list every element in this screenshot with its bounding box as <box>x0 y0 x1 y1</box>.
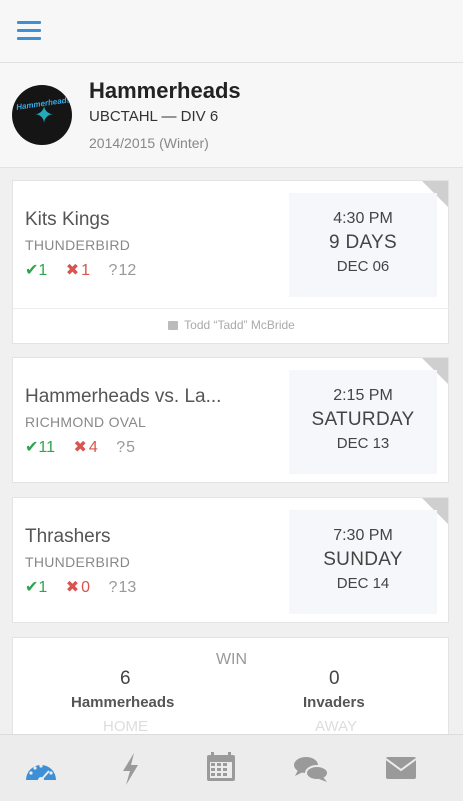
captain-name: Todd “Tadd” McBride <box>184 318 295 332</box>
out-count: 1 <box>81 262 91 279</box>
dashboard-icon <box>26 764 56 783</box>
opponent-name: Hammerheads vs. La... <box>25 386 222 407</box>
away-label: AWAY <box>315 718 357 735</box>
game-date: DEC 06 <box>336 258 390 275</box>
home-team: Hammerheads <box>71 694 175 711</box>
x-icon: ✖ <box>73 439 87 456</box>
home-score: 6 <box>120 668 131 689</box>
game-time-panel: 2:15 PM SATURDAY DEC 13 <box>289 370 437 474</box>
away-score: 0 <box>329 668 340 689</box>
captain-row: Todd “Tadd” McBride <box>13 318 450 332</box>
maybe-count: 13 <box>118 579 137 596</box>
game-day: SUNDAY <box>323 549 403 570</box>
game-date: DEC 14 <box>336 575 390 592</box>
venue: THUNDERBIRD <box>25 554 131 570</box>
in-count: 1 <box>38 579 48 596</box>
game-time: 7:30 PM <box>333 527 393 544</box>
chat-icon <box>294 757 329 782</box>
game-card[interactable]: Thrashers THUNDERBIRD ✔1 ✖ 0 ?13 7:30 PM … <box>12 497 449 623</box>
game-card[interactable]: Hammerheads vs. La... RICHMOND OVAL ✔11 … <box>12 357 449 483</box>
tab-messages[interactable] <box>355 735 447 801</box>
shark-icon: ✦ <box>34 102 55 129</box>
out-count: 0 <box>81 579 91 596</box>
venue: RICHMOND OVAL <box>25 414 147 430</box>
game-day: SATURDAY <box>311 409 415 430</box>
x-icon: ✖ <box>65 262 80 279</box>
tab-schedule[interactable] <box>175 735 267 801</box>
lightning-icon <box>123 753 138 785</box>
rsvp-stats: ✔11 ✖ 4 ?5 <box>25 437 135 457</box>
game-day: 9 DAYS <box>329 232 397 253</box>
question-icon: ? <box>108 262 118 279</box>
rsvp-stats: ✔1 ✖ 1 ?12 <box>25 260 136 280</box>
season: 2014/2015 (Winter) <box>89 135 209 151</box>
question-icon: ? <box>108 579 118 596</box>
check-icon: ✔ <box>25 262 39 279</box>
game-date: DEC 13 <box>336 435 390 452</box>
home-label: HOME <box>103 718 148 735</box>
check-icon: ✔ <box>25 439 39 456</box>
maybe-count: 12 <box>118 262 137 279</box>
tab-chat[interactable] <box>265 735 357 801</box>
league-division: UBCTAHL — DIV 6 <box>89 108 219 125</box>
id-card-icon <box>168 321 179 330</box>
tab-activity[interactable] <box>85 735 177 801</box>
card-divider <box>13 308 450 309</box>
maybe-count: 5 <box>126 439 136 456</box>
mail-icon <box>385 757 417 779</box>
game-card[interactable]: Kits Kings THUNDERBIRD ✔1 ✖ 1 ?12 4:30 PM… <box>12 180 450 344</box>
team-logo: Hammerheads ✦ <box>12 85 72 145</box>
rsvp-stats: ✔1 ✖ 0 ?13 <box>25 577 136 597</box>
result-card[interactable]: WIN 6 Hammerheads HOME 0 Invaders AWAY <box>12 637 449 747</box>
team-name: Hammerheads <box>89 78 241 103</box>
x-icon: ✖ <box>65 579 80 596</box>
in-count: 1 <box>38 262 48 279</box>
game-time: 4:30 PM <box>333 210 393 227</box>
opponent-name: Kits Kings <box>25 209 110 230</box>
game-time-panel: 7:30 PM SUNDAY DEC 14 <box>289 510 437 614</box>
calendar-icon <box>207 752 235 781</box>
result-outcome: WIN <box>215 651 248 668</box>
out-count: 4 <box>88 439 98 456</box>
top-bar <box>0 0 463 63</box>
tab-dashboard[interactable] <box>0 735 92 801</box>
bottom-tab-bar <box>0 734 463 801</box>
venue: THUNDERBIRD <box>25 237 131 253</box>
game-time-panel: 4:30 PM 9 DAYS DEC 06 <box>289 193 437 297</box>
game-time: 2:15 PM <box>333 387 393 404</box>
opponent-name: Thrashers <box>25 526 111 547</box>
in-count: 11 <box>38 439 56 456</box>
question-icon: ? <box>116 439 126 456</box>
menu-icon[interactable] <box>17 21 41 41</box>
away-team: Invaders <box>303 694 365 711</box>
check-icon: ✔ <box>25 579 39 596</box>
team-header: Hammerheads ✦ Hammerheads UBCTAHL — DIV … <box>0 63 463 168</box>
